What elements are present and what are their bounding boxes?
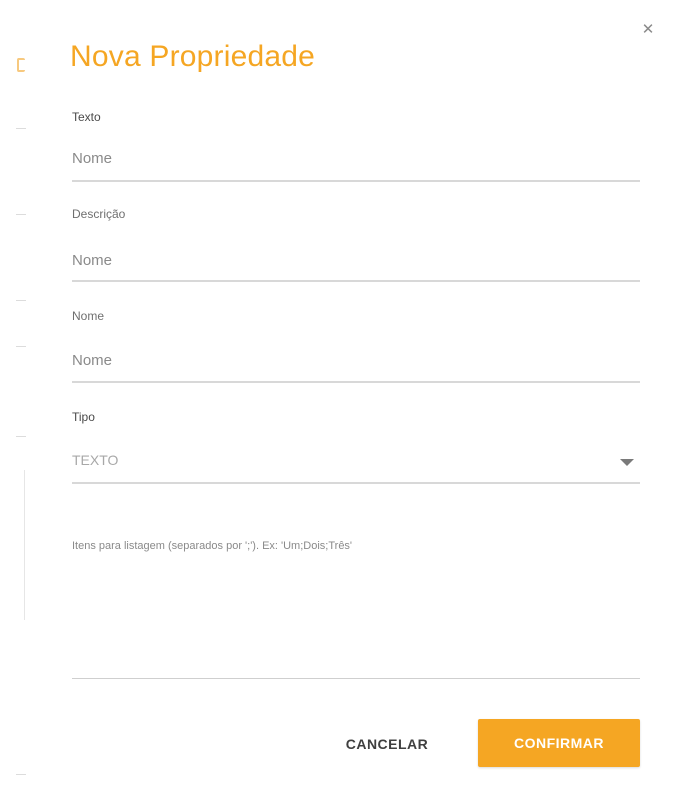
close-icon[interactable]: ✕ [640,22,656,38]
cancel-button[interactable]: CANCELAR [328,722,446,766]
tipo-select[interactable] [72,444,640,480]
descricao-underline [72,280,640,282]
itens-listagem-textarea[interactable] [72,540,640,674]
dropdown-arrow-icon[interactable] [620,459,634,466]
background-divider [16,346,26,347]
confirm-button[interactable]: CONFIRMAR [478,719,640,767]
background-divider [16,128,26,129]
descricao-label: Descrição [72,207,126,221]
texto-underline [72,180,640,182]
background-divider [16,774,26,775]
tipo-underline [72,482,640,484]
descricao-input[interactable] [72,246,638,274]
page: ✕ Nova Propriedade Texto Descrição Nome … [0,0,676,806]
texto-input[interactable] [72,144,638,172]
background-divider [16,300,26,301]
background-scroll-track [24,470,25,620]
tipo-label: Tipo [72,410,95,424]
new-property-dialog: ✕ Nova Propriedade Texto Descrição Nome … [26,0,676,806]
background-accent-mark [17,58,25,72]
background-divider [16,214,26,215]
texto-label: Texto [72,110,101,124]
itens-underline [72,678,640,679]
nome-label: Nome [72,309,105,323]
dialog-title: Nova Propriedade [70,40,316,73]
nome-underline [72,381,640,383]
nome-input[interactable] [72,346,638,374]
background-divider [16,436,26,437]
background-page-edge [0,0,26,806]
tipo-selected-value: TEXTO [72,452,119,468]
